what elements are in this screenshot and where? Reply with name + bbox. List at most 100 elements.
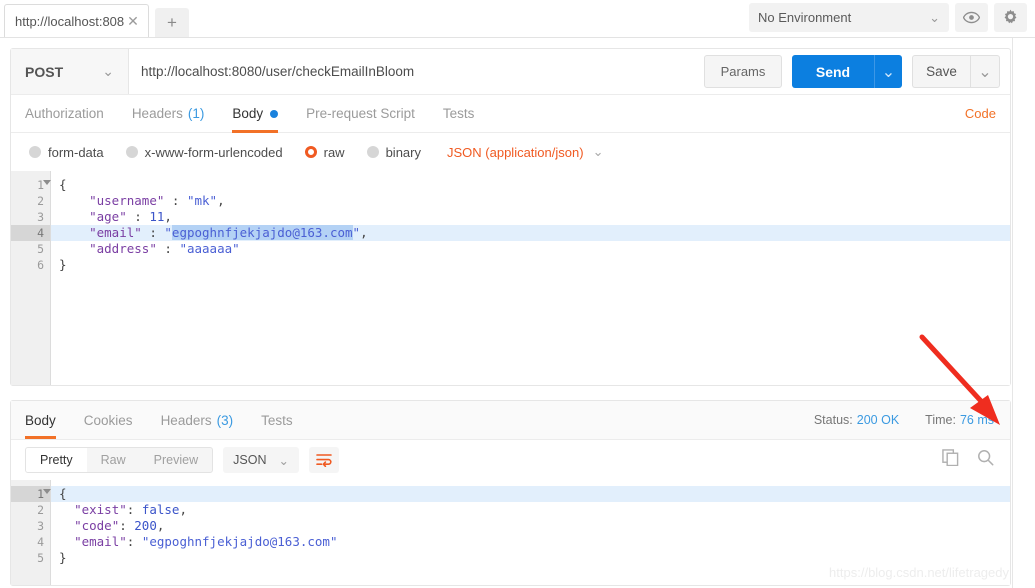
view-mode-preview[interactable]: Preview xyxy=(140,448,212,472)
body-type-raw[interactable]: raw xyxy=(304,144,345,160)
tab-label: Body xyxy=(25,412,56,428)
body-type-label: x-www-form-urlencoded xyxy=(144,144,283,160)
copy-button[interactable] xyxy=(942,449,959,471)
view-mode-pretty[interactable]: Pretty xyxy=(26,448,87,472)
send-label: Send xyxy=(815,63,851,80)
params-label: Params xyxy=(720,64,766,79)
url-input[interactable]: http://localhost:8080/user/checkEmailInB… xyxy=(129,49,704,94)
code-line: "email": "egpoghnfjekjajdo@163.com" xyxy=(74,534,338,549)
tab-label: Tests xyxy=(261,412,293,428)
send-button[interactable]: Send xyxy=(792,55,874,88)
line-number: 3 xyxy=(37,210,44,224)
body-type-urlencoded[interactable]: x-www-form-urlencoded xyxy=(125,144,283,160)
view-mode-raw[interactable]: Raw xyxy=(87,448,140,472)
radio-icon xyxy=(366,146,379,158)
time-value: 76 ms xyxy=(959,413,994,427)
status-value: 200 OK xyxy=(856,413,900,427)
format-label: JSON xyxy=(233,453,267,467)
url-row: POST ⌄ http://localhost:8080/user/checkE… xyxy=(11,49,1010,95)
code-line: { xyxy=(59,177,67,192)
request-editor-gutter: 1 2 3 4 5 6 xyxy=(11,171,51,385)
code-link[interactable]: Code xyxy=(965,106,996,121)
body-type-row: form-data x-www-form-urlencoded raw bina… xyxy=(11,133,1010,171)
line-number: 2 xyxy=(37,194,44,208)
tab-count: (1) xyxy=(187,106,205,121)
tab-label: Body xyxy=(232,106,264,121)
response-actions xyxy=(942,449,994,471)
time-label: Time: xyxy=(925,413,956,427)
body-modified-dot-icon xyxy=(270,109,279,118)
code-line: "code": 200, xyxy=(74,518,165,533)
right-sidebar-rail xyxy=(1012,38,1035,588)
selected-text: egpoghnfjekjajdo@163.com xyxy=(171,225,353,240)
code-line: { xyxy=(51,486,1010,502)
tab-tests[interactable]: Tests xyxy=(443,95,475,133)
method-select[interactable]: POST ⌄ xyxy=(11,49,129,94)
body-type-binary[interactable]: binary xyxy=(366,145,421,160)
environment-select[interactable]: No Environment ⌄ xyxy=(749,3,949,32)
save-options-button[interactable]: ⌄ xyxy=(970,55,1000,88)
url-text: http://localhost:8080/user/checkEmailInB… xyxy=(141,64,415,79)
line-number: 6 xyxy=(37,258,44,272)
search-button[interactable] xyxy=(977,449,994,471)
save-button[interactable]: Save xyxy=(912,55,970,88)
line-number: 4 xyxy=(37,535,44,549)
line-number: 1 xyxy=(11,177,51,193)
response-editor-gutter: 1 2 3 4 5 xyxy=(11,480,51,585)
request-body-editor[interactable]: 1 2 3 4 5 6 { "username" : "mk", "age" :… xyxy=(11,171,1010,385)
close-icon[interactable]: ✕ xyxy=(124,12,142,30)
tab-pre-request-script[interactable]: Pre-request Script xyxy=(306,95,415,133)
request-code-area[interactable]: { "username" : "mk", "age" : 11, "email"… xyxy=(51,171,1010,385)
copy-icon xyxy=(942,449,959,467)
time-badge: Time: 76 ms xyxy=(925,413,994,427)
response-tabs: Body Cookies Headers (3) Tests Status: 20… xyxy=(11,401,1010,440)
code-line: "address" : "aaaaaa" xyxy=(89,241,240,256)
tab-authorization[interactable]: Authorization xyxy=(25,95,104,133)
radio-icon xyxy=(304,146,317,158)
save-label: Save xyxy=(926,64,957,79)
body-type-label: form-data xyxy=(48,144,104,160)
tab-label: Tests xyxy=(442,106,475,121)
fold-arrow-icon[interactable] xyxy=(43,180,51,185)
request-panel: POST ⌄ http://localhost:8080/user/checkE… xyxy=(10,48,1011,386)
horizontal-scrollbar[interactable] xyxy=(52,377,1009,385)
new-tab-button[interactable]: + xyxy=(155,8,189,37)
code-line: } xyxy=(59,550,67,565)
params-button[interactable]: Params xyxy=(704,55,782,88)
line-number: 2 xyxy=(37,503,44,517)
code-line: "exist": false, xyxy=(74,502,187,517)
word-wrap-button[interactable] xyxy=(308,447,339,473)
response-tab-cookies[interactable]: Cookies xyxy=(84,401,133,439)
request-tab[interactable]: http://localhost:808 ✕ xyxy=(4,4,149,37)
code-line: "email" : "egpoghnfjekjajdo@163.com", xyxy=(51,225,1010,241)
response-panel: Body Cookies Headers (3) Tests Status: 20… xyxy=(10,400,1011,586)
word-wrap-icon xyxy=(316,454,332,467)
save-group: Save ⌄ xyxy=(912,55,1000,88)
settings-button[interactable] xyxy=(994,3,1027,32)
content-type-label: JSON (application/json) xyxy=(447,144,584,160)
watermark: https://blog.csdn.net/lifetragedy xyxy=(829,565,1009,580)
response-tab-headers[interactable]: Headers (3) xyxy=(161,401,234,439)
code-line: } xyxy=(59,257,67,272)
line-number: 4 xyxy=(11,225,50,241)
send-options-button[interactable]: ⌄ xyxy=(874,55,902,88)
radio-icon xyxy=(29,146,41,158)
environment-quick-look-button[interactable] xyxy=(955,3,988,32)
tab-headers[interactable]: Headers (1) xyxy=(132,95,205,133)
eye-icon xyxy=(963,11,980,24)
body-type-label: raw xyxy=(323,144,345,160)
method-label: POST xyxy=(25,63,64,80)
tab-label: Authorization xyxy=(25,106,104,121)
response-format-select[interactable]: JSON ⌄ xyxy=(223,447,299,473)
plus-icon: + xyxy=(167,12,177,32)
line-number: 1 xyxy=(11,486,51,502)
tab-label: Pre-request Script xyxy=(306,106,415,121)
fold-arrow-icon[interactable] xyxy=(43,489,51,494)
tab-body[interactable]: Body xyxy=(232,95,279,133)
response-meta: Status: 200 OK Time: 76 ms xyxy=(814,413,994,427)
response-tab-body[interactable]: Body xyxy=(25,401,56,439)
body-type-form-data[interactable]: form-data xyxy=(29,145,104,160)
response-tab-tests[interactable]: Tests xyxy=(261,401,293,439)
gear-icon xyxy=(1004,9,1017,24)
content-type-select[interactable]: JSON (application/json) ⌄ xyxy=(447,144,603,160)
